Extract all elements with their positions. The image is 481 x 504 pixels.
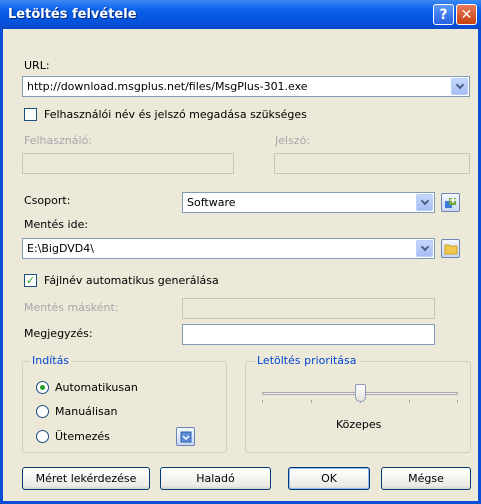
url-dropdown-arrow[interactable] [451, 78, 468, 95]
browse-folder-button[interactable] [441, 239, 460, 258]
save-as-input[interactable] [182, 298, 435, 319]
start-group-title: Indítás [30, 354, 72, 367]
password-label: Jelszó: [275, 134, 311, 147]
auto-name-checkbox-label: Fájlnév automatikus generálása [44, 274, 219, 287]
url-combobox[interactable]: http://download.msgplus.net/files/MsgPlu… [22, 76, 470, 97]
radio-automatic-label: Automatikusan [55, 381, 138, 394]
start-groupbox [22, 361, 227, 453]
chevron-down-icon [420, 196, 429, 206]
group-label: Csoport: [24, 194, 71, 207]
slider-thumb[interactable] [355, 384, 366, 402]
save-to-label: Mentés ide: [24, 218, 89, 231]
comment-input[interactable] [182, 324, 435, 345]
folder-icon [444, 244, 457, 254]
window-title: Letöltés felvétele [8, 7, 137, 22]
schedule-icon [180, 431, 191, 442]
radio-manual[interactable] [36, 405, 49, 418]
new-group-button[interactable] [441, 193, 460, 212]
help-icon: ? [439, 6, 448, 23]
group-dropdown-arrow[interactable] [416, 194, 433, 211]
title-bar[interactable]: Letöltés felvétele ? ✕ [0, 0, 481, 29]
priority-value-label: Közepes [336, 418, 382, 431]
help-button[interactable]: ? [433, 4, 454, 25]
add-group-icon [444, 196, 456, 208]
chevron-down-icon [455, 80, 464, 90]
close-button[interactable]: ✕ [456, 4, 477, 25]
save-to-combobox[interactable]: E:\BigDVD4\ [22, 238, 435, 259]
user-label: Felhasználó: [24, 134, 92, 147]
save-to-dropdown-arrow[interactable] [416, 240, 433, 257]
url-value: http://download.msgplus.net/files/MsgPlu… [27, 80, 308, 93]
auto-name-checkbox[interactable]: ✓ [24, 274, 37, 287]
radio-manual-label: Manuálisan [55, 405, 118, 418]
group-value: Software [187, 196, 236, 209]
url-label: URL: [24, 59, 50, 72]
save-to-value: E:\BigDVD4\ [27, 242, 94, 255]
radio-schedule[interactable] [36, 430, 49, 443]
priority-group-title: Letöltés prioritása [255, 354, 359, 367]
cancel-button[interactable]: Mégse [381, 467, 471, 490]
priority-groupbox [245, 361, 471, 453]
radio-schedule-label: Ütemezés [55, 430, 110, 443]
schedule-settings-button[interactable] [176, 427, 195, 446]
group-combobox[interactable]: Software [182, 192, 435, 213]
priority-slider[interactable] [262, 381, 458, 407]
save-as-label: Mentés másként: [24, 301, 119, 314]
ok-button[interactable]: OK [288, 467, 370, 490]
password-input[interactable] [274, 153, 470, 174]
get-size-button[interactable]: Méret lekérdezése [22, 467, 150, 490]
check-icon: ✓ [25, 274, 36, 287]
user-input[interactable] [22, 153, 234, 174]
credentials-checkbox[interactable] [24, 108, 37, 121]
credentials-checkbox-label: Felhasználói név és jelszó megadása szük… [44, 108, 307, 121]
chevron-down-icon [420, 242, 429, 252]
advanced-button[interactable]: Haladó [160, 467, 271, 490]
close-icon: ✕ [460, 6, 473, 23]
radio-automatic[interactable] [36, 381, 49, 394]
comment-label: Megjegyzés: [24, 327, 93, 340]
